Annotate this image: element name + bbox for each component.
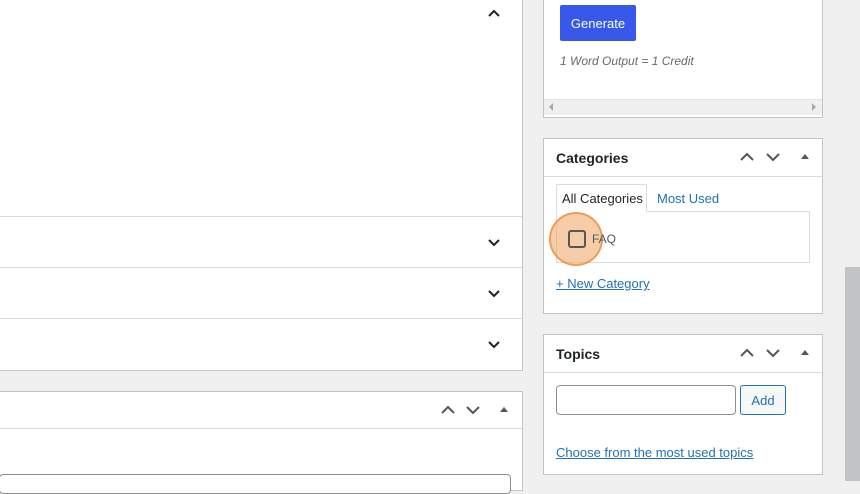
toggle-panel-triangle-up-icon[interactable] xyxy=(800,152,812,162)
tab-all-categories-label: All Categories xyxy=(562,191,643,206)
topics-title: Topics xyxy=(556,346,601,362)
expand-row-chevron-down-icon[interactable] xyxy=(488,238,500,248)
tab-most-used[interactable]: Most Used xyxy=(657,191,719,206)
move-down-chevron-down-icon[interactable] xyxy=(466,405,480,415)
categories-header-divider xyxy=(544,176,822,177)
toggle-panel-triangle-up-icon[interactable] xyxy=(499,405,511,415)
expand-row-chevron-down-icon[interactable] xyxy=(488,289,500,299)
row-divider xyxy=(0,318,522,319)
scroll-right-arrow-icon[interactable] xyxy=(811,103,823,113)
vertical-scrollbar-thumb[interactable] xyxy=(845,267,860,481)
main-editor-panel xyxy=(0,0,523,371)
move-up-chevron-up-icon[interactable] xyxy=(441,405,455,415)
move-down-chevron-down-icon[interactable] xyxy=(766,152,780,162)
add-new-category-link[interactable]: + New Category xyxy=(556,276,650,291)
add-topic-button[interactable]: Add xyxy=(740,385,786,415)
move-up-chevron-up-icon[interactable] xyxy=(740,152,754,162)
categories-title: Categories xyxy=(556,150,629,166)
lower-textarea[interactable] xyxy=(0,474,511,494)
category-label-faq: FAQ xyxy=(592,232,617,246)
toggle-panel-triangle-up-icon[interactable] xyxy=(800,348,812,358)
choose-most-used-topics-link[interactable]: Choose from the most used topics xyxy=(556,445,753,460)
topics-input[interactable] xyxy=(556,385,736,415)
collapse-panel-chevron-up-icon[interactable] xyxy=(488,8,500,18)
horizontal-scrollbar[interactable] xyxy=(544,99,822,115)
scroll-left-arrow-icon[interactable] xyxy=(548,103,560,113)
topics-header-divider xyxy=(544,372,822,373)
move-down-chevron-down-icon[interactable] xyxy=(766,348,780,358)
row-divider xyxy=(0,216,522,217)
expand-row-chevron-down-icon[interactable] xyxy=(488,340,500,350)
move-up-chevron-up-icon[interactable] xyxy=(740,348,754,358)
generate-button[interactable]: Generate xyxy=(560,5,636,41)
row-divider xyxy=(0,267,522,268)
category-checkbox-faq[interactable] xyxy=(568,230,586,248)
lower-meta-box-header-divider xyxy=(0,428,522,429)
credit-note: 1 Word Output = 1 Credit xyxy=(560,54,694,68)
